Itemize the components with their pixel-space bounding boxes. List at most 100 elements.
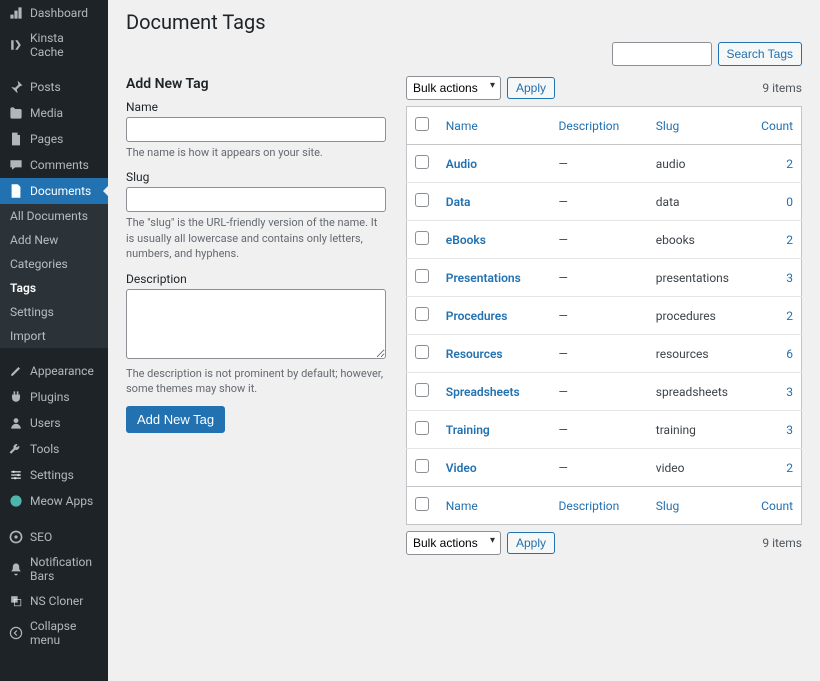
row-checkbox[interactable] xyxy=(415,193,429,207)
form-title: Add New Tag xyxy=(126,76,386,92)
meow-icon xyxy=(8,493,24,509)
apply-button-bottom[interactable]: Apply xyxy=(507,532,555,554)
tag-name-link[interactable]: Presentations xyxy=(446,271,521,285)
row-checkbox[interactable] xyxy=(415,383,429,397)
tag-desc: — xyxy=(558,309,567,323)
appearance-icon xyxy=(8,363,24,379)
sidebar-item-label: Tools xyxy=(30,442,59,456)
slug-desc: The "slug" is the URL-friendly version o… xyxy=(126,215,386,261)
documents-submenu: All DocumentsAdd NewCategoriesTagsSettin… xyxy=(0,204,108,348)
tag-desc: — xyxy=(558,271,567,285)
tag-name-link[interactable]: Procedures xyxy=(446,309,508,323)
row-checkbox[interactable] xyxy=(415,307,429,321)
tag-slug: ebooks xyxy=(656,233,695,247)
sidebar-item-users[interactable]: Users xyxy=(0,410,108,436)
col-desc-footer[interactable]: Description xyxy=(558,499,619,513)
submenu-item-settings[interactable]: Settings xyxy=(0,300,108,324)
col-name-footer[interactable]: Name xyxy=(446,499,478,513)
table-row: Training—training3 xyxy=(407,411,802,449)
add-tag-form: Add New Tag Name The name is how it appe… xyxy=(126,76,386,561)
sidebar-item-media[interactable]: Media xyxy=(0,100,108,126)
sidebar-item-pages[interactable]: Pages xyxy=(0,126,108,152)
tag-count-link[interactable]: 3 xyxy=(786,385,793,399)
col-count-footer[interactable]: Count xyxy=(761,499,793,513)
row-checkbox[interactable] xyxy=(415,345,429,359)
table-row: Presentations—presentations3 xyxy=(407,259,802,297)
table-row: Data — data 0 xyxy=(407,183,802,221)
sidebar-item-tools[interactable]: Tools xyxy=(0,436,108,462)
select-all-checkbox-top[interactable] xyxy=(415,117,429,131)
admin-sidebar: DashboardKinsta Cache PostsMediaPages Com… xyxy=(0,0,108,681)
sidebar-item-label: Comments xyxy=(30,158,89,172)
sidebar-group-top: DashboardKinsta Cache xyxy=(0,0,108,64)
bulk-actions-select-bottom[interactable]: Bulk actions xyxy=(406,531,501,555)
sidebar-group-bottom2: SEO Notification BarsNS ClonerCollapse me… xyxy=(0,524,108,652)
sidebar-item-plugins[interactable]: Plugins xyxy=(0,384,108,410)
tag-slug: data xyxy=(656,195,680,209)
tablenav-bottom: Bulk actions Apply 9 items xyxy=(406,531,802,555)
tag-count-link[interactable]: 2 xyxy=(786,157,793,171)
tag-slug: procedures xyxy=(656,309,716,323)
sidebar-item-seo[interactable]: SEO xyxy=(0,524,108,550)
col-name-header[interactable]: Name xyxy=(446,119,478,133)
tag-count-link[interactable]: 2 xyxy=(786,309,793,323)
add-tag-button[interactable]: Add New Tag xyxy=(126,406,225,433)
submenu-item-add-new[interactable]: Add New xyxy=(0,228,108,252)
sidebar-item-kinsta-cache[interactable]: Kinsta Cache xyxy=(0,26,108,64)
tag-desc: — xyxy=(558,195,567,209)
collapse-icon xyxy=(8,625,24,641)
apply-button-top[interactable]: Apply xyxy=(507,77,555,99)
name-input[interactable] xyxy=(126,117,386,142)
items-count-bottom: 9 items xyxy=(762,536,802,550)
sidebar-item-dashboard[interactable]: Dashboard xyxy=(0,0,108,26)
tag-count-link[interactable]: 6 xyxy=(786,347,793,361)
sidebar-item-posts[interactable]: Posts xyxy=(0,74,108,100)
tag-name-link[interactable]: Spreadsheets xyxy=(446,385,520,399)
row-checkbox[interactable] xyxy=(415,459,429,473)
tag-name-link[interactable]: Resources xyxy=(446,347,503,361)
tag-count-link[interactable]: 2 xyxy=(786,233,793,247)
submenu-item-all-documents[interactable]: All Documents xyxy=(0,204,108,228)
row-checkbox[interactable] xyxy=(415,231,429,245)
select-all-checkbox-bottom[interactable] xyxy=(415,497,429,511)
tag-name-link[interactable]: Video xyxy=(446,461,477,475)
col-slug-header[interactable]: Slug xyxy=(656,119,679,133)
sidebar-item-collapse-menu[interactable]: Collapse menu xyxy=(0,614,108,652)
sidebar-item-notification-bars[interactable]: Notification Bars xyxy=(0,550,108,588)
search-input[interactable] xyxy=(612,42,712,66)
tag-name-link[interactable]: eBooks xyxy=(446,233,486,247)
col-desc-header[interactable]: Description xyxy=(558,119,619,133)
submenu-item-import[interactable]: Import xyxy=(0,324,108,348)
sidebar-item-meow-apps[interactable]: Meow Apps xyxy=(0,488,108,514)
sidebar-item-settings[interactable]: Settings xyxy=(0,462,108,488)
col-count-header[interactable]: Count xyxy=(761,119,793,133)
tag-desc: — xyxy=(558,461,567,475)
sidebar-item-documents[interactable]: Documents xyxy=(0,178,108,204)
bulk-actions-select-top[interactable]: Bulk actions xyxy=(406,76,501,100)
tag-count-link[interactable]: 3 xyxy=(786,423,793,437)
settings-icon xyxy=(8,467,24,483)
tag-name-link[interactable]: Audio xyxy=(446,157,477,171)
slug-input[interactable] xyxy=(126,187,386,212)
sidebar-item-comments[interactable]: Comments xyxy=(0,152,108,178)
tag-name-link[interactable]: Training xyxy=(446,423,490,437)
tag-name-link[interactable]: Data xyxy=(446,195,471,209)
description-input[interactable] xyxy=(126,289,386,359)
media-icon xyxy=(8,105,24,121)
row-checkbox[interactable] xyxy=(415,269,429,283)
tag-count-link[interactable]: 2 xyxy=(786,461,793,475)
submenu-item-tags[interactable]: Tags xyxy=(0,276,108,300)
submenu-item-categories[interactable]: Categories xyxy=(0,252,108,276)
search-button[interactable]: Search Tags xyxy=(718,42,803,66)
sidebar-item-appearance[interactable]: Appearance xyxy=(0,358,108,384)
row-checkbox[interactable] xyxy=(415,421,429,435)
table-row: Audio—audio2 xyxy=(407,145,802,183)
sidebar-item-label: SEO xyxy=(30,530,52,544)
sidebar-item-ns-cloner[interactable]: NS Cloner xyxy=(0,588,108,614)
tag-count-link[interactable]: 3 xyxy=(786,271,793,285)
tag-count-link[interactable]: 0 xyxy=(786,195,793,209)
sidebar-item-label: Users xyxy=(30,416,61,430)
col-slug-footer[interactable]: Slug xyxy=(656,499,679,513)
row-checkbox[interactable] xyxy=(415,155,429,169)
tag-slug: resources xyxy=(656,347,709,361)
